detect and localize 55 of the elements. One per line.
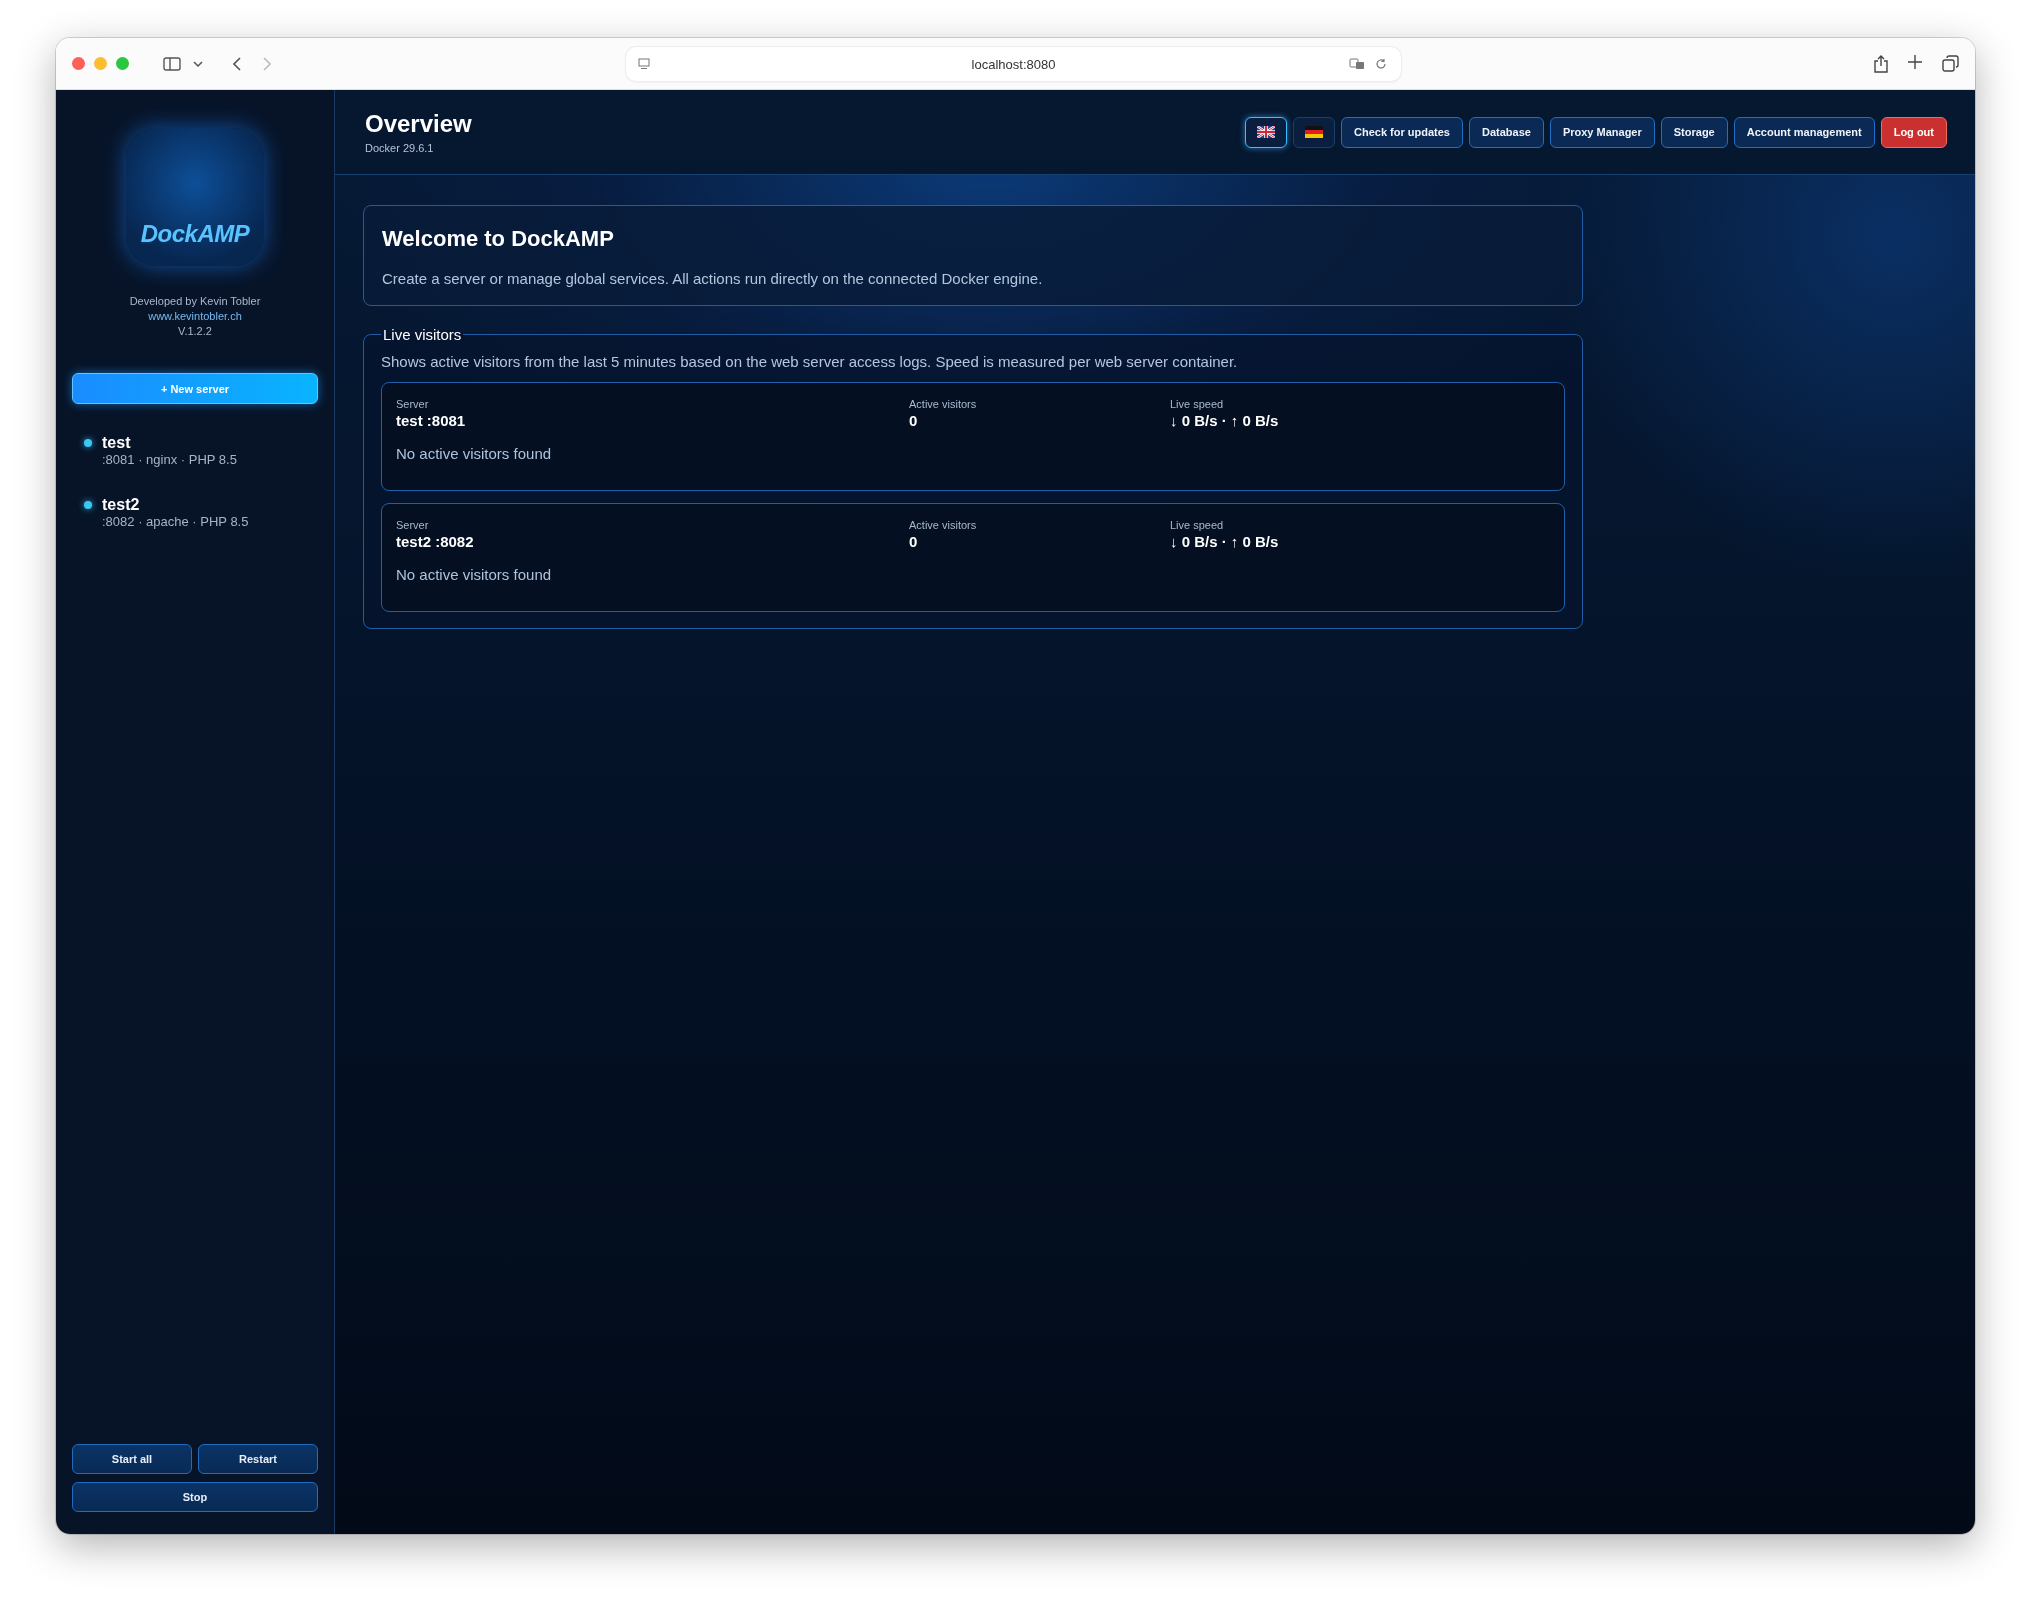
column-label: Server — [396, 397, 430, 411]
plus-icon[interactable] — [1908, 54, 1922, 69]
page-title: Overview — [365, 110, 472, 138]
column-label: Live speed — [1170, 518, 1225, 532]
nav-button[interactable]: Check for updates — [1341, 116, 1463, 148]
speed-value: ↓ 0 B/s · ↑ 0 B/s — [1170, 411, 1280, 431]
column-label: Live speed — [1170, 397, 1225, 411]
url-text: localhost:8080 — [971, 56, 1056, 72]
server-value: test :8081 — [396, 411, 467, 431]
nav-button[interactable]: Storage — [1660, 116, 1728, 148]
server-list-item[interactable]: test :8081 · nginx · PHP 8.5 — [84, 434, 318, 468]
german-flag-icon — [1305, 126, 1323, 138]
translate-icon[interactable] — [1349, 58, 1365, 70]
language-button[interactable] — [1245, 116, 1287, 148]
server-details: :8081 · nginx · PHP 8.5 — [102, 452, 238, 468]
action-button[interactable]: Restart — [198, 1444, 318, 1474]
panel-description: Shows active visitors from the last 5 minutes based on the web server access logs. Speed is measured per web server container. — [381, 353, 1239, 370]
nav-button[interactable]: Database — [1469, 116, 1544, 148]
speed-value: ↓ 0 B/s · ↑ 0 B/s — [1170, 532, 1280, 552]
version-label: V.1.2.2 — [177, 324, 213, 339]
nav-button[interactable]: Proxy Manager — [1549, 116, 1655, 148]
panel-legend: Live visitors — [381, 326, 464, 343]
action-button[interactable]: Start all — [72, 1444, 192, 1474]
logo-text: DockAMP — [140, 220, 250, 248]
share-icon[interactable] — [1874, 54, 1888, 73]
tabs-overview-icon[interactable] — [1942, 54, 1959, 72]
empty-message: No active visitors found — [396, 445, 553, 462]
docker-version: Docker 29.6.1 — [365, 142, 435, 154]
sidebar-toggle-icon[interactable] — [163, 56, 181, 71]
column-label: Active visitors — [909, 518, 978, 532]
chevron-down-icon[interactable] — [193, 60, 203, 67]
back-icon[interactable] — [233, 56, 241, 71]
server-details: :8082 · apache · PHP 8.5 — [102, 514, 250, 530]
welcome-text: Create a server or manage global services. All actions run directly on the connected Docker engine. — [382, 270, 1044, 287]
visitor-count: 0 — [909, 532, 919, 552]
logout-button[interactable]: Log out — [1880, 116, 1947, 148]
empty-message: No active visitors found — [396, 566, 553, 583]
page-icon — [638, 58, 650, 70]
server-name: test — [102, 434, 132, 452]
column-label: Server — [396, 518, 430, 532]
developer-credit: Developed by Kevin Tobler — [128, 294, 262, 309]
welcome-title: Welcome to DockAMP — [382, 226, 615, 252]
server-value: test2 :8082 — [396, 532, 475, 552]
nav-button[interactable]: Account management — [1733, 116, 1875, 148]
language-button[interactable] — [1293, 116, 1335, 148]
uk-flag-icon — [1257, 126, 1275, 138]
action-button[interactable]: Stop — [72, 1482, 318, 1512]
visitor-count: 0 — [909, 411, 919, 431]
reload-icon[interactable] — [1375, 58, 1387, 70]
server-list-item[interactable]: test2 :8082 · apache · PHP 8.5 — [84, 496, 318, 530]
address-bar[interactable]: localhost:8080 — [626, 47, 1401, 81]
column-label: Active visitors — [909, 397, 978, 411]
close-button[interactable] — [72, 57, 85, 70]
website-link[interactable]: www.kevintobler.ch — [72, 309, 318, 324]
server-name: test2 — [102, 496, 141, 514]
